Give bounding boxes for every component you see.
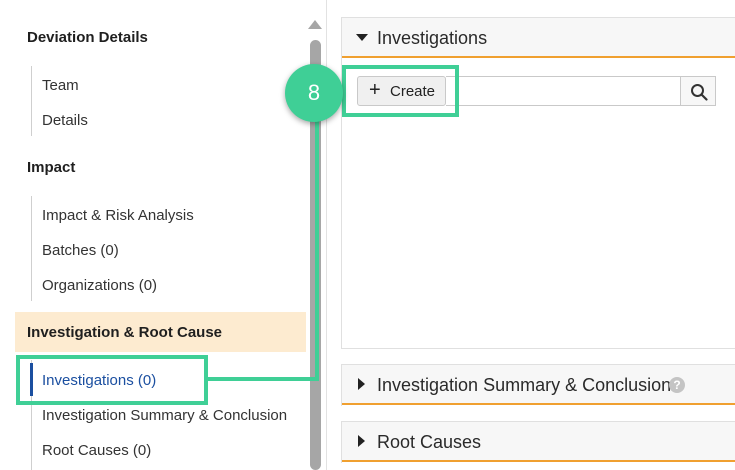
sidebar-item-organizations[interactable]: Organizations (0) — [42, 277, 157, 294]
root-causes-panel-title: Root Causes — [377, 432, 482, 452]
nav-group-line — [31, 66, 32, 136]
investigation-summary-panel-header[interactable]: Investigation Summary & Conclusion ? — [342, 365, 735, 405]
caret-right-icon — [358, 378, 365, 390]
investigation-summary-panel-title: Investigation Summary & Conclusion — [377, 375, 672, 395]
sidebar-item-root-causes[interactable]: Root Causes (0) — [42, 442, 151, 459]
sidebar-item-investigation-summary[interactable]: Investigation Summary & Conclusion — [42, 407, 287, 424]
root-causes-panel-header[interactable]: Root Causes — [342, 422, 735, 462]
investigation-summary-panel: Investigation Summary & Conclusion ? — [341, 364, 735, 406]
root-causes-panel: Root Causes — [341, 421, 735, 463]
section-heading-deviation-details: Deviation Details — [27, 29, 148, 46]
sidebar-item-team[interactable]: Team — [42, 77, 79, 94]
caret-down-icon — [356, 34, 368, 41]
highlight-create-button — [342, 65, 459, 117]
help-icon[interactable]: ? — [669, 377, 685, 393]
caret-right-icon — [358, 435, 365, 447]
app-root: Deviation Details Team Details Impact Im… — [0, 0, 735, 470]
annotation-connector-horizontal — [207, 377, 319, 381]
search-icon — [691, 84, 708, 101]
investigations-panel-header[interactable]: Investigations — [342, 18, 735, 58]
highlight-investigations-item — [16, 355, 208, 405]
annotation-connector-vertical — [315, 110, 319, 381]
step-number-badge: 8 — [285, 64, 343, 122]
section-heading-impact: Impact — [27, 159, 76, 176]
investigations-panel-title: Investigations — [377, 28, 488, 48]
scroll-up-arrow-icon[interactable] — [308, 20, 322, 29]
sidebar-item-impact-risk-analysis[interactable]: Impact & Risk Analysis — [42, 207, 194, 224]
sidebar-item-batches[interactable]: Batches (0) — [42, 242, 119, 259]
sidebar-item-details[interactable]: Details — [42, 112, 88, 129]
section-heading-investigation-root-cause: Investigation & Root Cause — [27, 324, 223, 341]
nav-group-line — [31, 196, 32, 301]
search-input[interactable] — [446, 76, 681, 106]
search-button[interactable] — [680, 76, 716, 106]
